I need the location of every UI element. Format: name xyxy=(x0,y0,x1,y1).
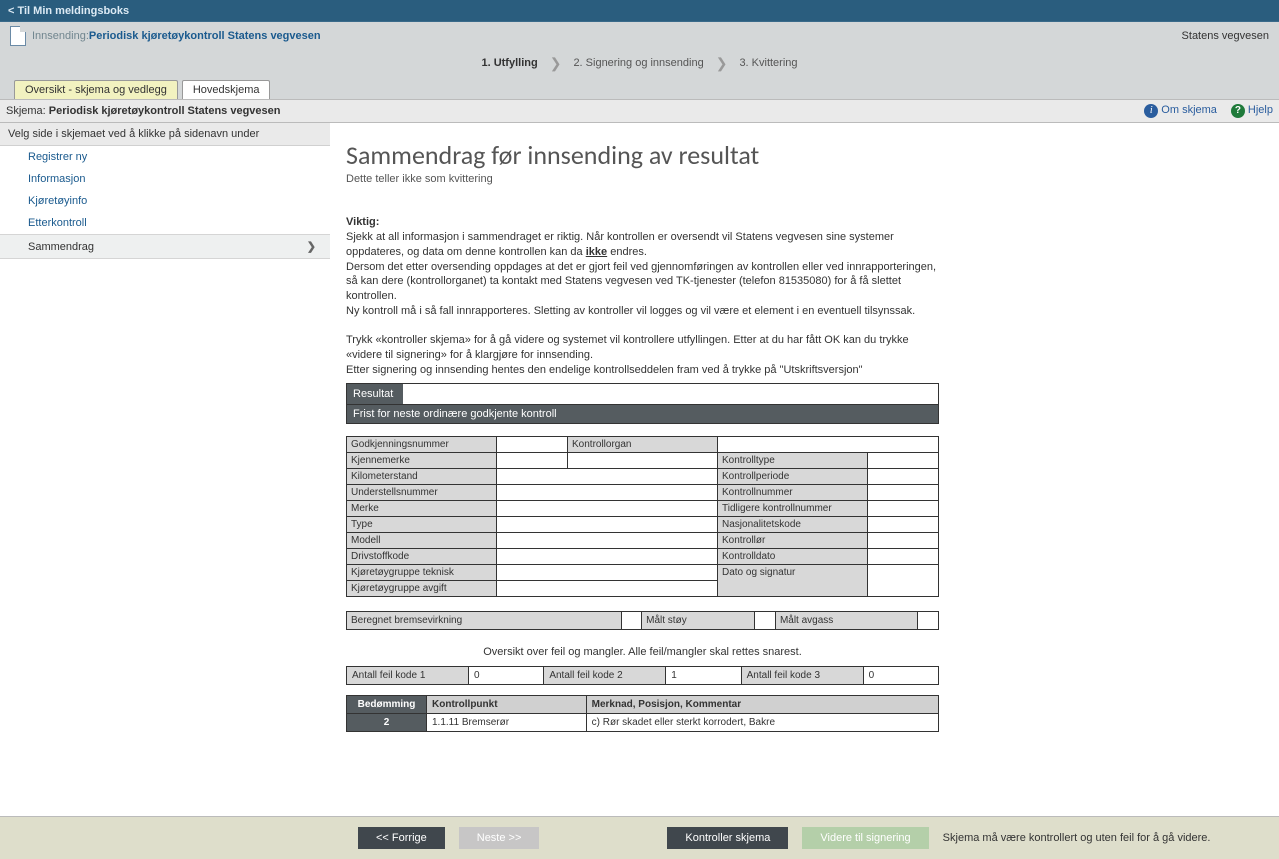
lbl-godkjenning: Godkjenningsnummer xyxy=(347,437,497,453)
lbl-avgass: Målt avgass xyxy=(775,612,917,630)
sign-button[interactable]: Videre til signering xyxy=(802,827,928,849)
lbl-kontrollor: Kontrollør xyxy=(718,533,868,549)
sidebar: Velg side i skjemaet ved å klikke på sid… xyxy=(0,123,330,762)
brand-label: Statens vegvesen xyxy=(1182,30,1269,42)
back-link[interactable]: < Til Min meldingsboks xyxy=(8,5,129,17)
lbl-type: Type xyxy=(347,517,497,533)
cell-kp: 1.1.11 Bremserør xyxy=(427,714,587,732)
sidebar-item-label: Sammendrag xyxy=(28,241,94,253)
overview-heading: Oversikt over feil og mangler. Alle feil… xyxy=(346,646,939,658)
schema-bar: Skjema: Periodisk kjøretøykontroll State… xyxy=(0,99,1279,123)
lbl-kontrollorgan: Kontrollorgan xyxy=(568,437,718,453)
lbl-count1: Antall feil kode 1 xyxy=(347,667,469,685)
lbl-understell: Understellsnummer xyxy=(347,485,497,501)
sidebar-item-sammendrag[interactable]: Sammendrag ❯ xyxy=(0,234,330,259)
schema-label: Skjema: xyxy=(6,105,49,117)
info-icon: i xyxy=(1144,104,1158,118)
footer: << Forrige Neste >> Kontroller skjema Vi… xyxy=(0,816,1279,859)
lbl-kjennemerke: Kjennemerke xyxy=(347,453,497,469)
important-block: Viktig: Sjekk at all informasjon i samme… xyxy=(346,215,939,319)
result-value xyxy=(403,384,938,404)
instructions: Trykk «kontroller skjema» for å gå vider… xyxy=(346,333,939,378)
check-schema-button[interactable]: Kontroller skjema xyxy=(667,827,788,849)
prev-button[interactable]: << Forrige xyxy=(358,827,445,849)
chevron-right-icon: ❯ xyxy=(716,56,728,70)
lbl-kontrollnr: Kontrollnummer xyxy=(718,485,868,501)
lbl-kontrolltype: Kontrolltype xyxy=(718,453,868,469)
lbl-stoy: Målt støy xyxy=(642,612,755,630)
important-label: Viktig: xyxy=(346,216,379,228)
info-grid: Godkjenningsnummer Kontrollorgan Kjennem… xyxy=(346,436,939,597)
tabs: Oversikt - skjema og vedlegg Hovedskjema xyxy=(10,80,1269,99)
tab-main[interactable]: Hovedskjema xyxy=(182,80,271,99)
sidebar-item-etterkontroll[interactable]: Etterkontroll xyxy=(0,212,330,234)
schema-name: Periodisk kjøretøykontroll Statens vegve… xyxy=(49,105,281,117)
th-merknad: Merknad, Posisjon, Kommentar xyxy=(586,696,938,714)
lbl-merke: Merke xyxy=(347,501,497,517)
result-box: Resultat Frist for neste ordinære godkje… xyxy=(346,383,939,424)
th-bedomming: Bedømming xyxy=(347,696,427,714)
document-icon xyxy=(10,26,26,46)
chevron-right-icon: ❯ xyxy=(307,240,316,253)
header: Innsending: Periodisk kjøretøykontroll S… xyxy=(0,22,1279,99)
lbl-count3: Antall feil kode 3 xyxy=(741,667,863,685)
sidebar-helper: Velg side i skjemaet ved å klikke på sid… xyxy=(0,123,330,146)
frist-row: Frist for neste ordinære godkjente kontr… xyxy=(347,404,938,423)
page-title: Sammendrag før innsending av resultat xyxy=(346,139,939,171)
lbl-drivstoff: Drivstoffkode xyxy=(347,549,497,565)
footer-note: Skjema må være kontrollert og uten feil … xyxy=(943,832,1211,844)
cell-bed: 2 xyxy=(347,714,427,732)
page-subtitle: Dette teller ikke som kvittering xyxy=(346,173,939,185)
lbl-gruppe-teknisk: Kjøretøygruppe teknisk xyxy=(347,565,497,581)
val-count1: 0 xyxy=(468,667,543,685)
tab-overview[interactable]: Oversikt - skjema og vedlegg xyxy=(14,80,178,99)
lbl-kontrolldato: Kontrolldato xyxy=(718,549,868,565)
lbl-count2: Antall feil kode 2 xyxy=(544,667,666,685)
topbar: < Til Min meldingsboks xyxy=(0,0,1279,22)
lbl-datosign: Dato og signatur xyxy=(718,565,868,597)
stepper: 1. Utfylling ❯ 2. Signering og innsendin… xyxy=(10,50,1269,80)
help-icon: ? xyxy=(1231,104,1245,118)
main-content: Sammendrag før innsending av resultat De… xyxy=(330,123,1279,762)
lbl-periode: Kontrollperiode xyxy=(718,469,868,485)
sidebar-item-kjoretoyinfo[interactable]: Kjøretøyinfo xyxy=(0,190,330,212)
help-link[interactable]: ?Hjelp xyxy=(1231,104,1273,118)
error-counts: Antall feil kode 10 Antall feil kode 21 … xyxy=(346,666,939,685)
step-2[interactable]: 2. Signering og innsending xyxy=(573,57,703,69)
table-row: 2 1.1.11 Bremserør c) Rør skadet eller s… xyxy=(347,714,939,732)
lbl-tidligere: Tidligere kontrollnummer xyxy=(718,501,868,517)
result-label: Resultat xyxy=(347,384,403,404)
step-3[interactable]: 3. Kvittering xyxy=(739,57,797,69)
sidebar-item-registrer[interactable]: Registrer ny xyxy=(0,146,330,168)
next-button[interactable]: Neste >> xyxy=(459,827,540,849)
about-schema-link[interactable]: iOm skjema xyxy=(1144,104,1217,118)
th-kontrollpunkt: Kontrollpunkt xyxy=(427,696,587,714)
val-count2: 1 xyxy=(666,667,741,685)
measurements: Beregnet bremsevirkning Målt støy Målt a… xyxy=(346,611,939,630)
cell-merk: c) Rør skadet eller sterkt korrodert, Ba… xyxy=(586,714,938,732)
page-title-header: Periodisk kjøretøykontroll Statens vegve… xyxy=(89,30,321,42)
lbl-brems: Beregnet bremsevirkning xyxy=(347,612,622,630)
send-label: Innsending: xyxy=(32,30,89,42)
lbl-gruppe-avgift: Kjøretøygruppe avgift xyxy=(347,581,497,597)
chevron-right-icon: ❯ xyxy=(550,56,562,70)
val-kontrollorgan xyxy=(718,437,939,453)
lbl-km: Kilometerstand xyxy=(347,469,497,485)
lbl-modell: Modell xyxy=(347,533,497,549)
val-godkjenning xyxy=(497,437,568,453)
val-count3: 0 xyxy=(863,667,938,685)
sidebar-item-info[interactable]: Informasjon xyxy=(0,168,330,190)
step-1[interactable]: 1. Utfylling xyxy=(481,57,537,69)
defects-table: Bedømming Kontrollpunkt Merknad, Posisjo… xyxy=(346,695,939,732)
lbl-nasj: Nasjonalitetskode xyxy=(718,517,868,533)
